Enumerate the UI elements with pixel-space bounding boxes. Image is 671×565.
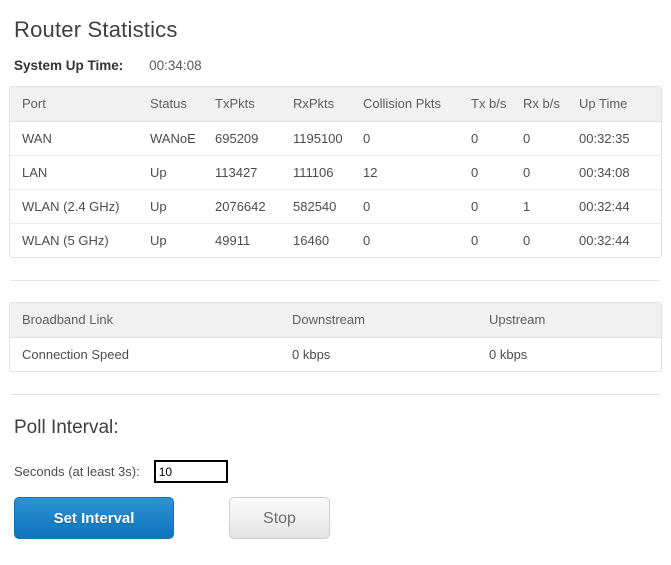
cell-txpkts: 113427 (215, 154, 293, 189)
cell-collision: 0 (363, 222, 471, 257)
table-header-row: Broadband Link Downstream Upstream (10, 303, 661, 338)
column-header-downstream: Downstream (292, 303, 489, 338)
cell-txpkts: 49911 (215, 222, 293, 257)
poll-interval-title: Poll Interval: (14, 417, 119, 438)
table-row: Connection Speed 0 kbps 0 kbps (10, 337, 661, 371)
column-header-txpkts: TxPkts (215, 87, 293, 122)
cell-rx-bps: 1 (523, 188, 579, 223)
port-statistics-panel: Port Status TxPkts RxPkts Collision Pkts… (9, 86, 662, 258)
cell-collision: 12 (363, 154, 471, 189)
column-header-status: Status (150, 87, 215, 122)
column-header-collision-pkts: Collision Pkts (363, 87, 471, 122)
table-row: WLAN (5 GHz) Up 49911 16460 0 0 0 00:32:… (10, 222, 661, 257)
system-uptime-row: System Up Time: 00:34:08 (9, 44, 662, 86)
page-title: Router Statistics (14, 17, 178, 42)
cell-port: WAN (22, 130, 52, 146)
cell-rx-bps: 0 (523, 130, 531, 146)
stop-button[interactable]: Stop (229, 497, 330, 539)
cell-port: LAN (10, 154, 150, 189)
column-header-tx-bps: Tx b/s (471, 87, 523, 122)
table-row: WAN WANoE 695209 1195100 0 0 0 00:32:35 (10, 121, 661, 155)
cell-status: WANoE (150, 130, 196, 146)
cell-rxpkts: 1195100 (293, 130, 343, 146)
cell-txpkts: 695209 (215, 130, 259, 146)
cell-tx-bps: 0 (471, 188, 523, 223)
cell-broadband-link: Connection Speed (22, 346, 129, 362)
table-row: WLAN (2.4 GHz) Up 2076642 582540 0 0 1 0… (10, 188, 661, 223)
section-divider-top (11, 280, 660, 281)
column-header-upstream: Upstream (489, 303, 661, 338)
system-uptime-label: System Up Time: (14, 58, 124, 73)
cell-up-time: 00:32:44 (579, 222, 661, 257)
cell-up-time: 00:32:44 (579, 188, 661, 223)
cell-up-time: 00:32:35 (579, 130, 630, 146)
poll-interval-buttons: Set Interval Stop (9, 483, 662, 539)
column-header-rx-bps: Rx b/s (523, 87, 579, 122)
table-header-row: Port Status TxPkts RxPkts Collision Pkts… (10, 87, 661, 122)
cell-txpkts: 2076642 (215, 188, 293, 223)
broadband-link-table: Broadband Link Downstream Upstream Conne… (10, 303, 661, 371)
cell-rxpkts: 582540 (293, 188, 363, 223)
cell-tx-bps: 0 (471, 130, 479, 146)
cell-upstream: 0 kbps (489, 346, 528, 362)
cell-rxpkts: 111106 (293, 154, 363, 189)
router-statistics-page: Router Statistics System Up Time: 00:34:… (0, 0, 671, 565)
cell-tx-bps: 0 (471, 222, 523, 257)
cell-up-time: 00:34:08 (579, 154, 661, 189)
cell-status: Up (150, 154, 215, 189)
cell-port: WLAN (2.4 GHz) (10, 188, 150, 223)
poll-interval-row: Seconds (at least 3s): (9, 440, 662, 483)
cell-rxpkts: 16460 (293, 222, 363, 257)
cell-rx-bps: 0 (523, 222, 579, 257)
cell-collision: 0 (363, 130, 371, 146)
cell-downstream: 0 kbps (292, 346, 331, 362)
column-header-rxpkts: RxPkts (293, 87, 363, 122)
cell-collision: 0 (363, 188, 471, 223)
cell-port: WLAN (5 GHz) (10, 222, 150, 257)
seconds-label: Seconds (at least 3s): (14, 464, 140, 479)
cell-rx-bps: 0 (523, 154, 579, 189)
table-row: LAN Up 113427 111106 12 0 0 00:34:08 (10, 154, 661, 189)
column-header-up-time: Up Time (579, 87, 661, 122)
seconds-input[interactable] (153, 460, 228, 483)
broadband-link-panel: Broadband Link Downstream Upstream Conne… (9, 302, 662, 372)
set-interval-button[interactable]: Set Interval (14, 497, 174, 539)
port-statistics-table: Port Status TxPkts RxPkts Collision Pkts… (10, 87, 661, 257)
column-header-port: Port (10, 87, 150, 122)
cell-status: Up (150, 188, 215, 223)
section-divider-bottom (11, 394, 660, 395)
cell-tx-bps: 0 (471, 154, 523, 189)
column-header-broadband-link: Broadband Link (10, 303, 292, 338)
system-uptime-value: 00:34:08 (149, 58, 202, 73)
cell-status: Up (150, 222, 215, 257)
